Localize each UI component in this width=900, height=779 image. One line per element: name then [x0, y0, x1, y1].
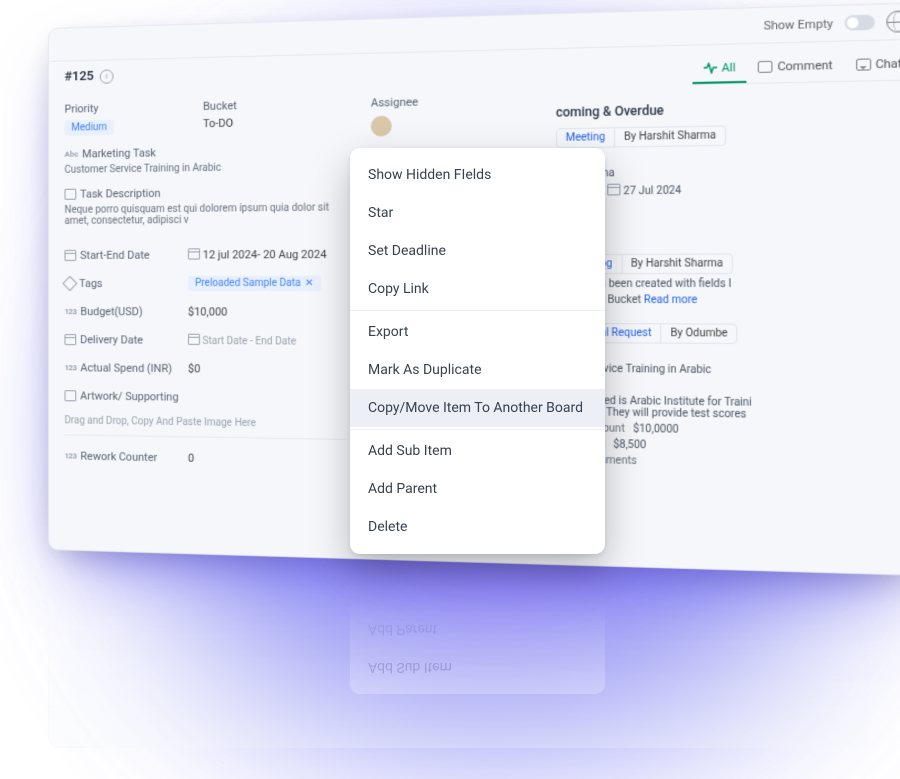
delivery-date-label: Delivery Date — [80, 333, 143, 346]
divider — [65, 434, 346, 440]
calendar-icon — [65, 334, 77, 345]
menu-copy-link[interactable]: Copy Link — [350, 270, 605, 308]
budgeted-value: $10,0000 — [633, 423, 679, 435]
menu-delete[interactable]: Delete — [350, 508, 605, 546]
number-icon: 123 — [65, 363, 77, 372]
marketing-task-label: Abc Marketing Task — [65, 143, 346, 160]
tab-comment-label: Comment — [778, 58, 833, 73]
audit-text: v item has been created with fields I — [556, 278, 900, 290]
context-menu: Show Hidden FIelds Star Set Deadline Cop… — [350, 148, 605, 554]
start-end-label: Start-End Date — [80, 248, 150, 261]
budget-label: Budget(USD) — [80, 305, 142, 318]
approval-author: By Odumbe — [662, 324, 737, 343]
info-icon[interactable]: i — [100, 69, 114, 83]
tag-chip[interactable]: Preloaded Sample Data✕ — [188, 275, 321, 290]
comment-icon — [758, 61, 773, 73]
audit-text-2: aborators, Bucket Read more — [556, 294, 900, 306]
meeting-pill-group: Meeting By Harshit Sharma — [556, 125, 726, 148]
meeting-date: 27 Jul 2024 — [624, 185, 682, 197]
menu-add-parent[interactable]: Add Parent — [350, 470, 605, 508]
tab-comment[interactable]: Comment — [747, 51, 844, 83]
calendar-icon — [188, 333, 200, 344]
number-icon: 123 — [65, 451, 77, 460]
activity-icon — [704, 62, 717, 74]
approval-case-value: tomer Service Training in Arabic — [556, 363, 900, 378]
activity-subheader: y — [556, 229, 900, 246]
remove-tag-icon[interactable]: ✕ — [305, 277, 314, 288]
meeting-date-day: 27 — [556, 199, 900, 214]
priority-label: Priority — [65, 100, 203, 116]
activity-panel: coming & Overdue Meeting By Harshit Shar… — [556, 85, 900, 557]
tab-all-label: All — [721, 61, 735, 75]
text-icon — [65, 189, 77, 200]
actual-spend-value[interactable]: $0 — [188, 362, 346, 377]
artwork-label: Artwork/ Supporting — [80, 389, 178, 403]
rework-counter-label: Rework Counter — [80, 449, 157, 464]
tab-chat-label: Chat — [875, 57, 900, 72]
details-panel: Priority Medium Bucket To-DO Abc Marketi… — [65, 97, 346, 542]
task-description-label: Task Description — [65, 185, 346, 201]
proposed-cost-value: $8,500 — [613, 439, 646, 451]
dnd-hint[interactable]: Drag and Drop, Copy And Paste Image Here — [65, 415, 346, 430]
menu-mark-as-duplicate[interactable]: Mark As Duplicate — [350, 351, 605, 389]
read-more-link[interactable]: Read more — [644, 294, 698, 306]
actual-spend-label: Actual Spend (INR) — [80, 361, 172, 375]
menu-set-deadline[interactable]: Set Deadline — [350, 232, 605, 270]
chat-icon — [856, 58, 871, 70]
menu-star[interactable]: Star — [350, 194, 605, 232]
image-icon — [65, 390, 77, 401]
globe-icon[interactable] — [886, 10, 900, 33]
activity-tabs: All Comment Chat ▾ — [692, 49, 900, 85]
audit-author: By Harshit Sharma — [622, 255, 732, 273]
task-description: Neque porro quisquam est qui dolorem ips… — [65, 202, 346, 227]
delivery-date-placeholder[interactable]: Start Date - End Date — [202, 335, 296, 347]
upcoming-header: coming & Overdue — [556, 98, 900, 120]
details-text: dor selected is Arabic Institute for Tra… — [556, 395, 900, 423]
assignee-label: Assignee — [371, 93, 530, 110]
menu-separator — [350, 310, 605, 311]
meeting-author: By Harshit Sharma — [615, 126, 725, 146]
calendar-icon — [65, 249, 77, 260]
calendar-icon — [188, 248, 200, 259]
show-empty-toggle[interactable] — [845, 15, 875, 31]
item-id: #125 — [65, 69, 94, 85]
menu-show-hidden-fields[interactable]: Show Hidden FIelds — [350, 156, 605, 194]
tag-icon — [62, 275, 77, 291]
host-name: ahit Sharma — [556, 164, 900, 180]
rework-counter-value: 0 — [188, 451, 346, 467]
calendar-icon — [608, 184, 621, 196]
show-empty-label: Show Empty — [764, 16, 833, 32]
assignee-avatar[interactable] — [371, 116, 392, 137]
priority-badge[interactable]: Medium — [65, 120, 114, 136]
tab-all[interactable]: All — [692, 54, 747, 84]
marketing-task: Customer Service Training in Arabic — [65, 161, 346, 176]
tags-label: Tags — [79, 276, 102, 289]
menu-copy-move-item[interactable]: Copy/Move Item To Another Board — [350, 389, 605, 427]
bucket-value: To-DO — [203, 114, 346, 130]
menu-export[interactable]: Export — [350, 313, 605, 351]
meeting-pill[interactable]: Meeting — [557, 128, 615, 147]
start-end-value[interactable]: 12 jul 2024- 20 Aug 2024 — [203, 247, 327, 261]
tab-chat[interactable]: Chat ▾ — [844, 49, 900, 80]
number-icon: 123 — [65, 307, 77, 316]
bucket-label: Bucket — [203, 97, 346, 113]
budget-value[interactable]: $10,000 — [188, 305, 346, 319]
menu-add-sub-item[interactable]: Add Sub Item — [350, 432, 605, 470]
menu-separator — [350, 429, 605, 430]
